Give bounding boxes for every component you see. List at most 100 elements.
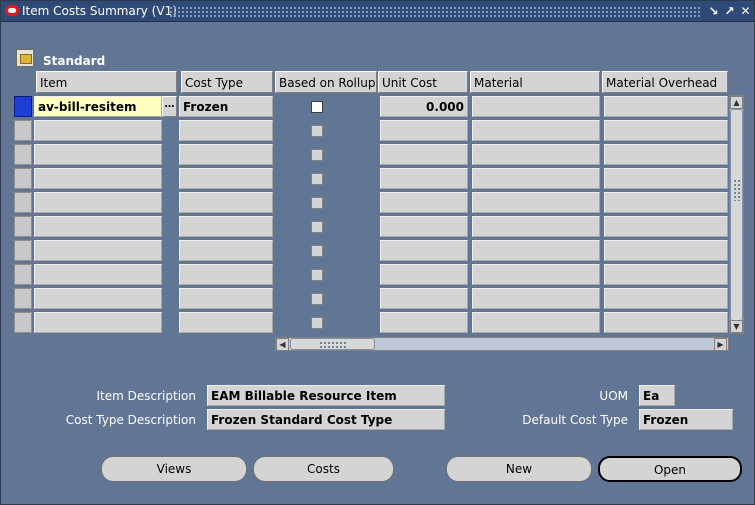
cost-type-field[interactable] [179,144,273,165]
record-indicator[interactable] [14,168,32,189]
scroll-up-icon[interactable]: ▲ [730,96,743,109]
material-overhead-field[interactable] [604,168,728,189]
cost-type-field[interactable] [179,120,273,141]
minimize-icon[interactable]: ↘ [707,4,720,18]
material-overhead-field[interactable] [604,312,728,333]
record-indicator[interactable] [14,264,32,285]
item-field[interactable] [34,312,162,333]
scroll-left-icon[interactable]: ◀ [276,338,289,351]
cost-type-field[interactable] [179,288,273,309]
cost-type-field[interactable] [179,216,273,237]
material-overhead-field[interactable] [604,264,728,285]
based-on-rollup-checkbox[interactable] [311,197,323,209]
item-field[interactable] [34,192,162,213]
maximize-icon[interactable]: ↗ [723,4,736,18]
block-title: Standard [43,54,106,68]
open-button[interactable]: Open [598,456,742,482]
based-on-rollup-checkbox[interactable] [311,173,323,185]
item-field[interactable] [34,288,162,309]
scroll-right-icon[interactable]: ▶ [714,338,727,351]
item-field[interactable] [34,144,162,165]
based-on-rollup-checkbox[interactable] [311,245,323,257]
item-field[interactable] [34,216,162,237]
record-indicator[interactable] [14,312,32,333]
material-field[interactable] [472,312,600,333]
unit-cost-field[interactable] [380,144,468,165]
record-indicator[interactable] [14,240,32,261]
material-overhead-field[interactable] [604,240,728,261]
column-header-material[interactable]: Material [470,71,600,93]
folder-icon[interactable] [16,49,34,67]
record-indicator[interactable] [14,144,32,165]
column-header-based-on-rollup[interactable]: Based on Rollup [275,71,377,93]
material-field[interactable] [472,120,600,141]
new-button[interactable]: New [446,456,592,482]
based-on-rollup-checkbox[interactable] [311,101,323,113]
item-field[interactable] [34,168,162,189]
default-cost-type-field[interactable]: Frozen [639,409,733,430]
scroll-down-icon[interactable]: ▼ [730,320,743,333]
hscroll-grip [319,341,347,348]
uom-field[interactable]: Ea [639,385,675,406]
unit-cost-field[interactable] [380,168,468,189]
based-on-rollup-checkbox[interactable] [311,269,323,281]
based-on-rollup-checkbox[interactable] [311,317,323,329]
based-on-rollup-checkbox[interactable] [311,125,323,137]
cost-type-field[interactable] [179,312,273,333]
unit-cost-field[interactable] [380,216,468,237]
material-field[interactable] [472,288,600,309]
record-indicator[interactable] [14,288,32,309]
title-grip [169,6,701,17]
material-field[interactable] [472,144,600,165]
material-field[interactable] [472,216,600,237]
record-indicator[interactable] [14,216,32,237]
material-overhead-field[interactable] [604,288,728,309]
cost-type-field[interactable]: Frozen [179,96,273,117]
based-on-rollup-checkbox[interactable] [311,149,323,161]
column-header-cost-type[interactable]: Cost Type [181,71,273,93]
material-field[interactable] [472,240,600,261]
material-field[interactable] [472,264,600,285]
oracle-logo-icon [5,5,19,16]
material-overhead-field[interactable] [604,216,728,237]
material-overhead-field[interactable] [604,144,728,165]
item-field[interactable] [34,240,162,261]
close-icon[interactable]: ✕ [739,4,752,18]
record-indicator[interactable] [14,96,32,117]
material-field[interactable] [472,96,600,117]
cost-type-field[interactable] [179,192,273,213]
material-field[interactable] [472,192,600,213]
window-title: Item Costs Summary (V1) [22,4,177,18]
record-indicator[interactable] [14,192,32,213]
material-field[interactable] [472,168,600,189]
unit-cost-field[interactable] [380,264,468,285]
views-button[interactable]: Views [101,456,247,482]
unit-cost-field[interactable] [380,312,468,333]
costs-button[interactable]: Costs [253,456,394,482]
list-of-values-icon[interactable]: … [162,96,177,117]
item-field[interactable]: av-bill-resitem [34,96,162,117]
column-header-unit-cost[interactable]: Unit Cost [378,71,468,93]
material-overhead-field[interactable] [604,96,728,117]
material-overhead-field[interactable] [604,120,728,141]
cost-type-field[interactable] [179,240,273,261]
based-on-rollup-checkbox[interactable] [311,293,323,305]
unit-cost-field[interactable] [380,288,468,309]
unit-cost-field[interactable]: 0.000 [380,96,468,117]
cost-type-field[interactable] [179,264,273,285]
item-field[interactable] [34,120,162,141]
item-description-field[interactable]: EAM Billable Resource Item [207,385,445,406]
unit-cost-field[interactable] [380,192,468,213]
material-overhead-field[interactable] [604,192,728,213]
column-header-item[interactable]: Item [36,71,177,93]
unit-cost-field[interactable] [380,240,468,261]
record-indicator[interactable] [14,120,32,141]
cost-type-field[interactable] [179,168,273,189]
based-on-rollup-checkbox[interactable] [311,221,323,233]
item-field[interactable] [34,264,162,285]
column-header-material-overhead[interactable]: Material Overhead [602,71,728,93]
title-bar[interactable]: Item Costs Summary (V1) ↘ ↗ ✕ [1,1,754,22]
unit-cost-field[interactable] [380,120,468,141]
vertical-scroll-thumb[interactable] [730,109,743,321]
cost-type-description-field[interactable]: Frozen Standard Cost Type [207,409,445,430]
